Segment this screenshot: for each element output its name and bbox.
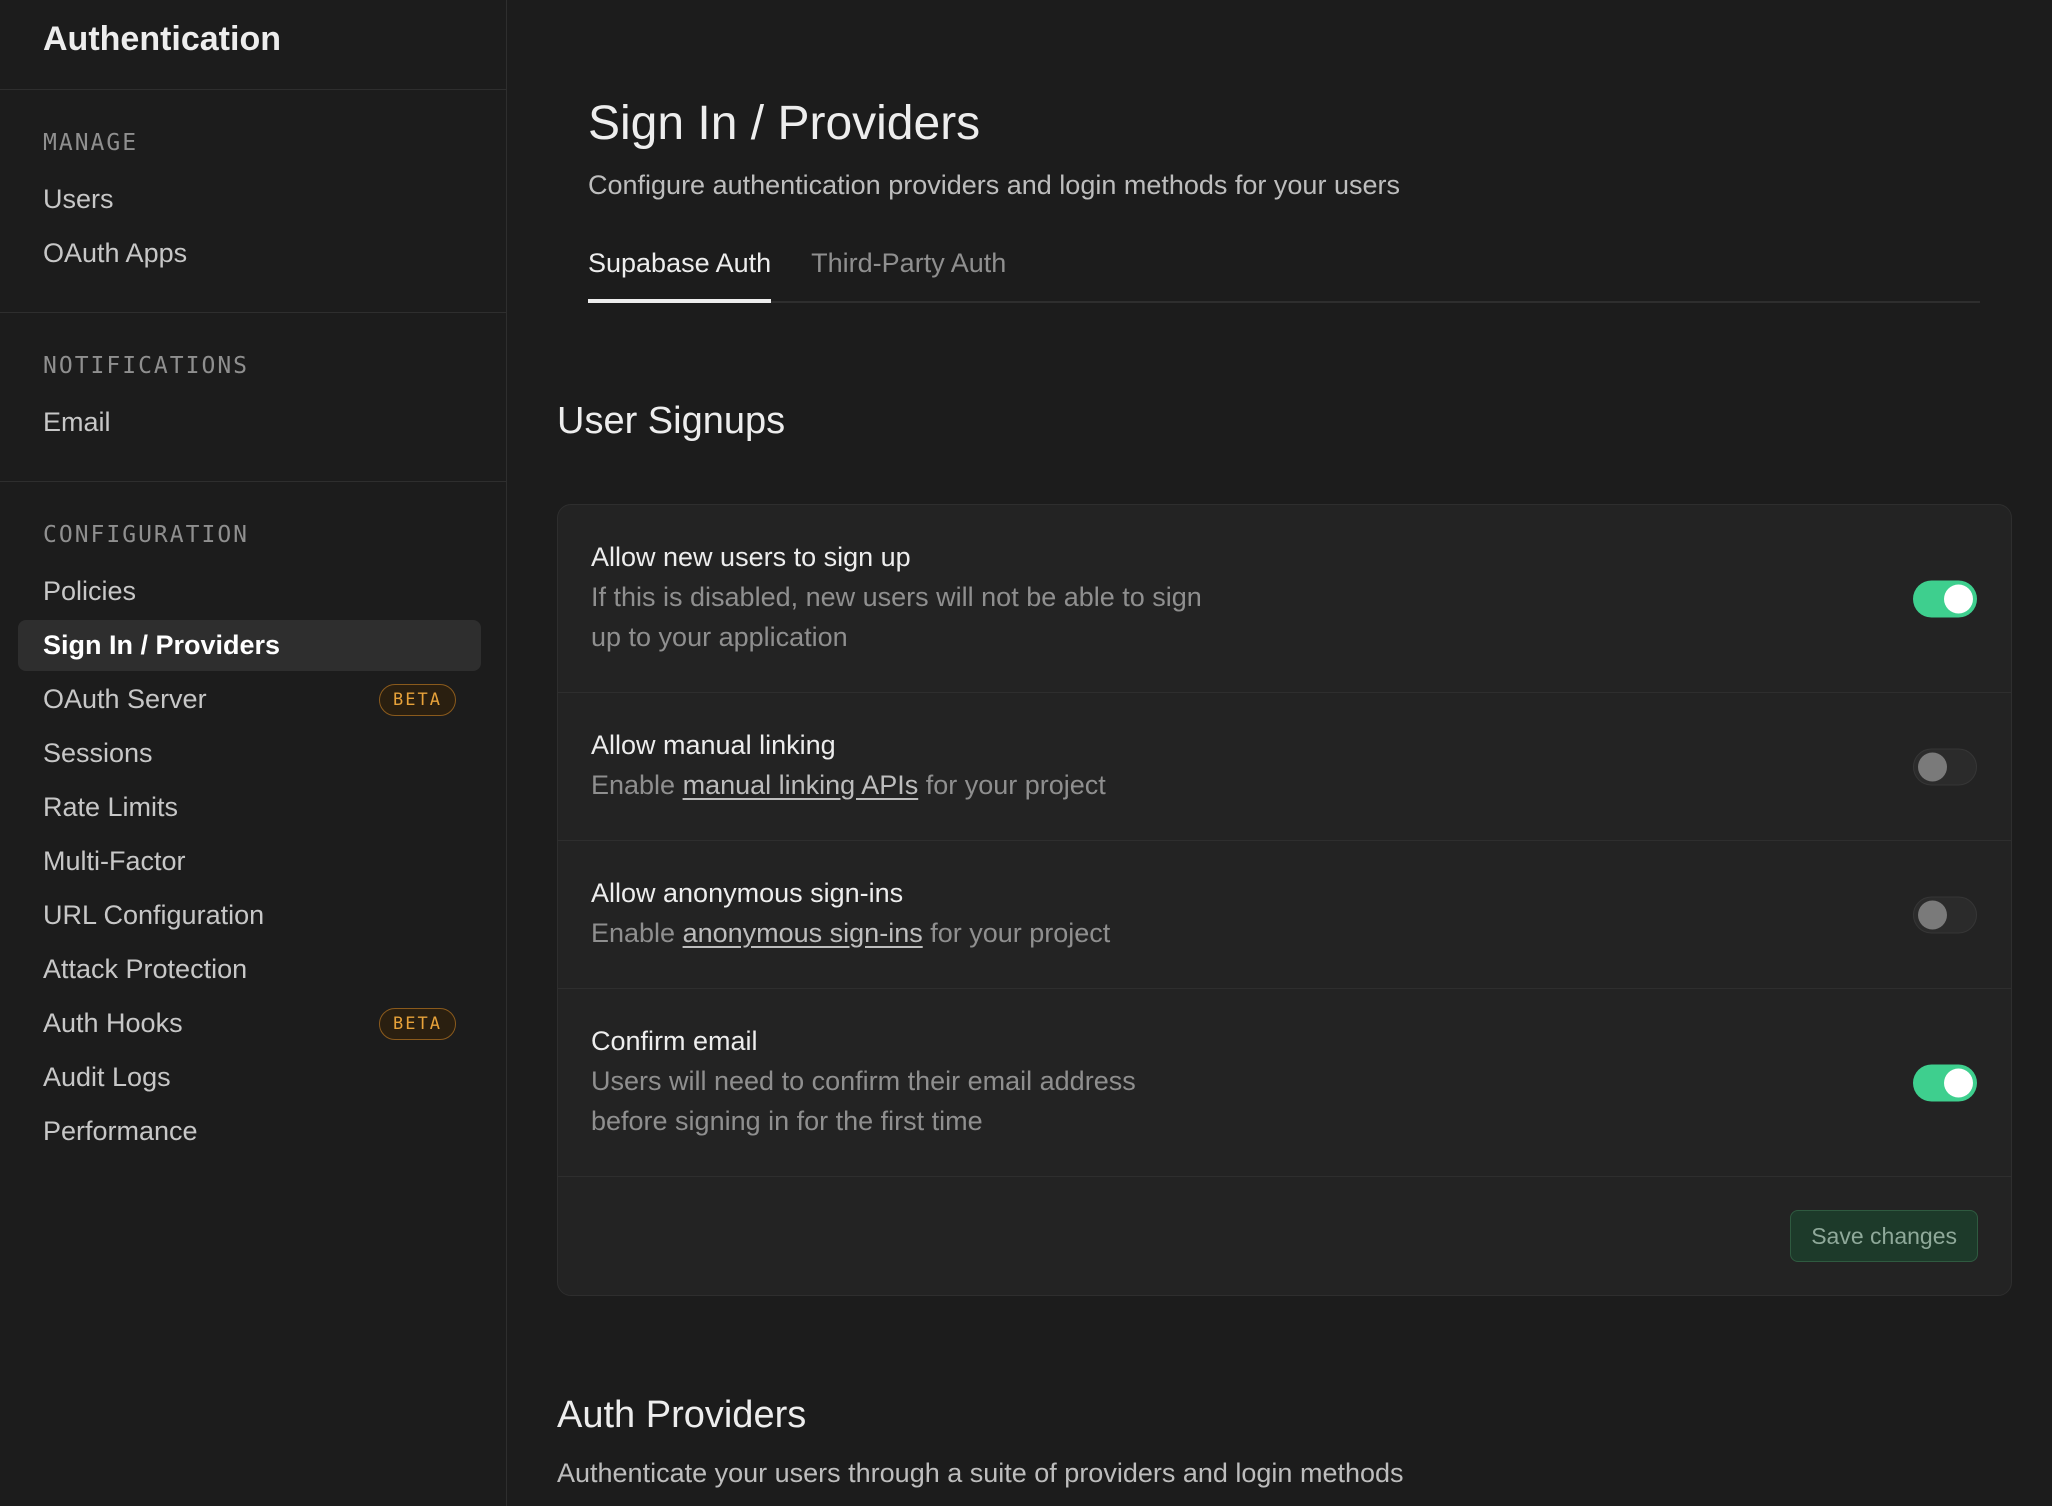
sidebar-item-label: Performance: [43, 1116, 198, 1146]
setting-description: Enable anonymous sign-ins for your proje…: [591, 913, 1271, 953]
sidebar-item-label: URL Configuration: [43, 900, 265, 930]
toggle-knob: [1918, 900, 1947, 929]
setting-description-line: up to your application: [591, 622, 848, 652]
manual-linking-toggle[interactable]: [1913, 748, 1977, 785]
save-changes-button[interactable]: Save changes: [1790, 1210, 1978, 1262]
auth-providers-description: Authenticate your users through a suite …: [557, 1458, 1404, 1488]
confirm-email-toggle[interactable]: [1913, 1064, 1977, 1101]
sidebar-item-label: Sessions: [43, 738, 153, 768]
section-heading-auth-providers: Auth Providers: [557, 1394, 807, 1436]
beta-badge: BETA: [379, 1007, 456, 1040]
allow-signups-toggle[interactable]: [1913, 580, 1977, 617]
sidebar-title: Authentication: [43, 20, 281, 58]
card-footer: Save changes: [558, 1177, 2011, 1295]
sidebar-item-email[interactable]: Email: [18, 397, 481, 448]
sidebar-item-sessions[interactable]: Sessions: [18, 728, 481, 779]
sidebar-item-label: Attack Protection: [43, 954, 248, 984]
sidebar-item-label: Email: [43, 407, 111, 437]
description-text: Enable: [591, 770, 683, 800]
main-content: Sign In / Providers Configure authentica…: [508, 0, 2052, 1506]
setting-title: Allow new users to sign up: [591, 542, 911, 572]
sidebar-item-label: Multi-Factor: [43, 846, 186, 876]
sidebar-section-notifications: NOTIFICATIONS Email: [0, 313, 506, 482]
toggle-knob: [1918, 752, 1947, 781]
sidebar-item-label: Rate Limits: [43, 792, 179, 822]
page-subtitle: Configure authentication providers and l…: [588, 170, 1400, 200]
sidebar-item-auth-hooks[interactable]: Auth Hooks BETA: [18, 998, 481, 1049]
setting-title: Allow anonymous sign-ins: [591, 878, 904, 908]
sidebar-item-label: Sign In / Providers: [43, 630, 281, 660]
toggle-knob: [1944, 1068, 1973, 1097]
toggle-knob: [1944, 584, 1973, 613]
sidebar-item-label: Policies: [43, 576, 137, 606]
sidebar-header: Authentication: [0, 0, 506, 90]
sidebar-item-multi-factor[interactable]: Multi-Factor: [18, 836, 481, 887]
setting-description: Enable manual linking APIs for your proj…: [591, 765, 1271, 805]
manual-linking-apis-link[interactable]: manual linking APIs: [683, 770, 919, 800]
sidebar-item-label: OAuth Apps: [43, 238, 188, 268]
description-text: for your project: [922, 918, 1111, 948]
sidebar-item-rate-limits[interactable]: Rate Limits: [18, 782, 481, 833]
sidebar-section-manage: MANAGE Users OAuth Apps: [0, 90, 506, 313]
tab-bar: Supabase Auth Third-Party Auth: [588, 240, 1980, 303]
sidebar-item-sign-in-providers[interactable]: Sign In / Providers: [18, 620, 481, 671]
section-label-notifications: NOTIFICATIONS: [43, 353, 250, 379]
sidebar-item-policies[interactable]: Policies: [18, 566, 481, 617]
setting-row-manual-linking: Allow manual linking Enable manual linki…: [558, 693, 2011, 841]
tab-third-party-auth[interactable]: Third-Party Auth: [811, 240, 1006, 303]
setting-row-anonymous-sign-ins: Allow anonymous sign-ins Enable anonymou…: [558, 841, 2011, 989]
sidebar-item-label: Users: [43, 184, 114, 214]
page-title: Sign In / Providers: [588, 97, 981, 150]
page-header: Sign In / Providers Configure authentica…: [588, 90, 1988, 201]
sidebar-item-users[interactable]: Users: [18, 174, 481, 225]
anonymous-sign-ins-toggle[interactable]: [1913, 896, 1977, 933]
user-signups-card: Allow new users to sign up If this is di…: [557, 504, 2012, 1296]
setting-description-line: If this is disabled, new users will not …: [591, 582, 1202, 612]
sidebar-item-oauth-apps[interactable]: OAuth Apps: [18, 228, 481, 279]
sidebar-item-oauth-server[interactable]: OAuth Server BETA: [18, 674, 481, 725]
section-label-configuration: CONFIGURATION: [43, 522, 250, 548]
setting-description: Users will need to confirm their email a…: [591, 1061, 1271, 1141]
sidebar-item-label: Audit Logs: [43, 1062, 171, 1092]
setting-title: Confirm email: [591, 1026, 758, 1056]
description-text: Enable: [591, 918, 683, 948]
setting-description: If this is disabled, new users will not …: [591, 577, 1271, 657]
section-heading-user-signups: User Signups: [557, 400, 786, 442]
setting-row-allow-signups: Allow new users to sign up If this is di…: [558, 505, 2011, 693]
setting-title: Allow manual linking: [591, 730, 836, 760]
setting-description-line: before signing in for the first time: [591, 1106, 983, 1136]
setting-row-confirm-email: Confirm email Users will need to confirm…: [558, 989, 2011, 1177]
tab-supabase-auth[interactable]: Supabase Auth: [588, 240, 772, 303]
sidebar-section-configuration: CONFIGURATION Policies Sign In / Provide…: [0, 482, 506, 1190]
sidebar-item-label: Auth Hooks: [43, 1008, 183, 1038]
setting-description-line: Users will need to confirm their email a…: [591, 1066, 1136, 1096]
anonymous-sign-ins-link[interactable]: anonymous sign-ins: [683, 918, 923, 948]
sidebar-item-label: OAuth Server: [43, 684, 207, 714]
sidebar-item-attack-protection[interactable]: Attack Protection: [18, 944, 481, 995]
beta-badge: BETA: [379, 683, 456, 716]
sidebar: Authentication MANAGE Users OAuth Apps N…: [0, 0, 507, 1506]
sidebar-item-performance[interactable]: Performance: [18, 1106, 481, 1157]
description-text: for your project: [918, 770, 1106, 800]
section-label-manage: MANAGE: [43, 130, 139, 156]
sidebar-item-audit-logs[interactable]: Audit Logs: [18, 1052, 481, 1103]
sidebar-item-url-configuration[interactable]: URL Configuration: [18, 890, 481, 941]
